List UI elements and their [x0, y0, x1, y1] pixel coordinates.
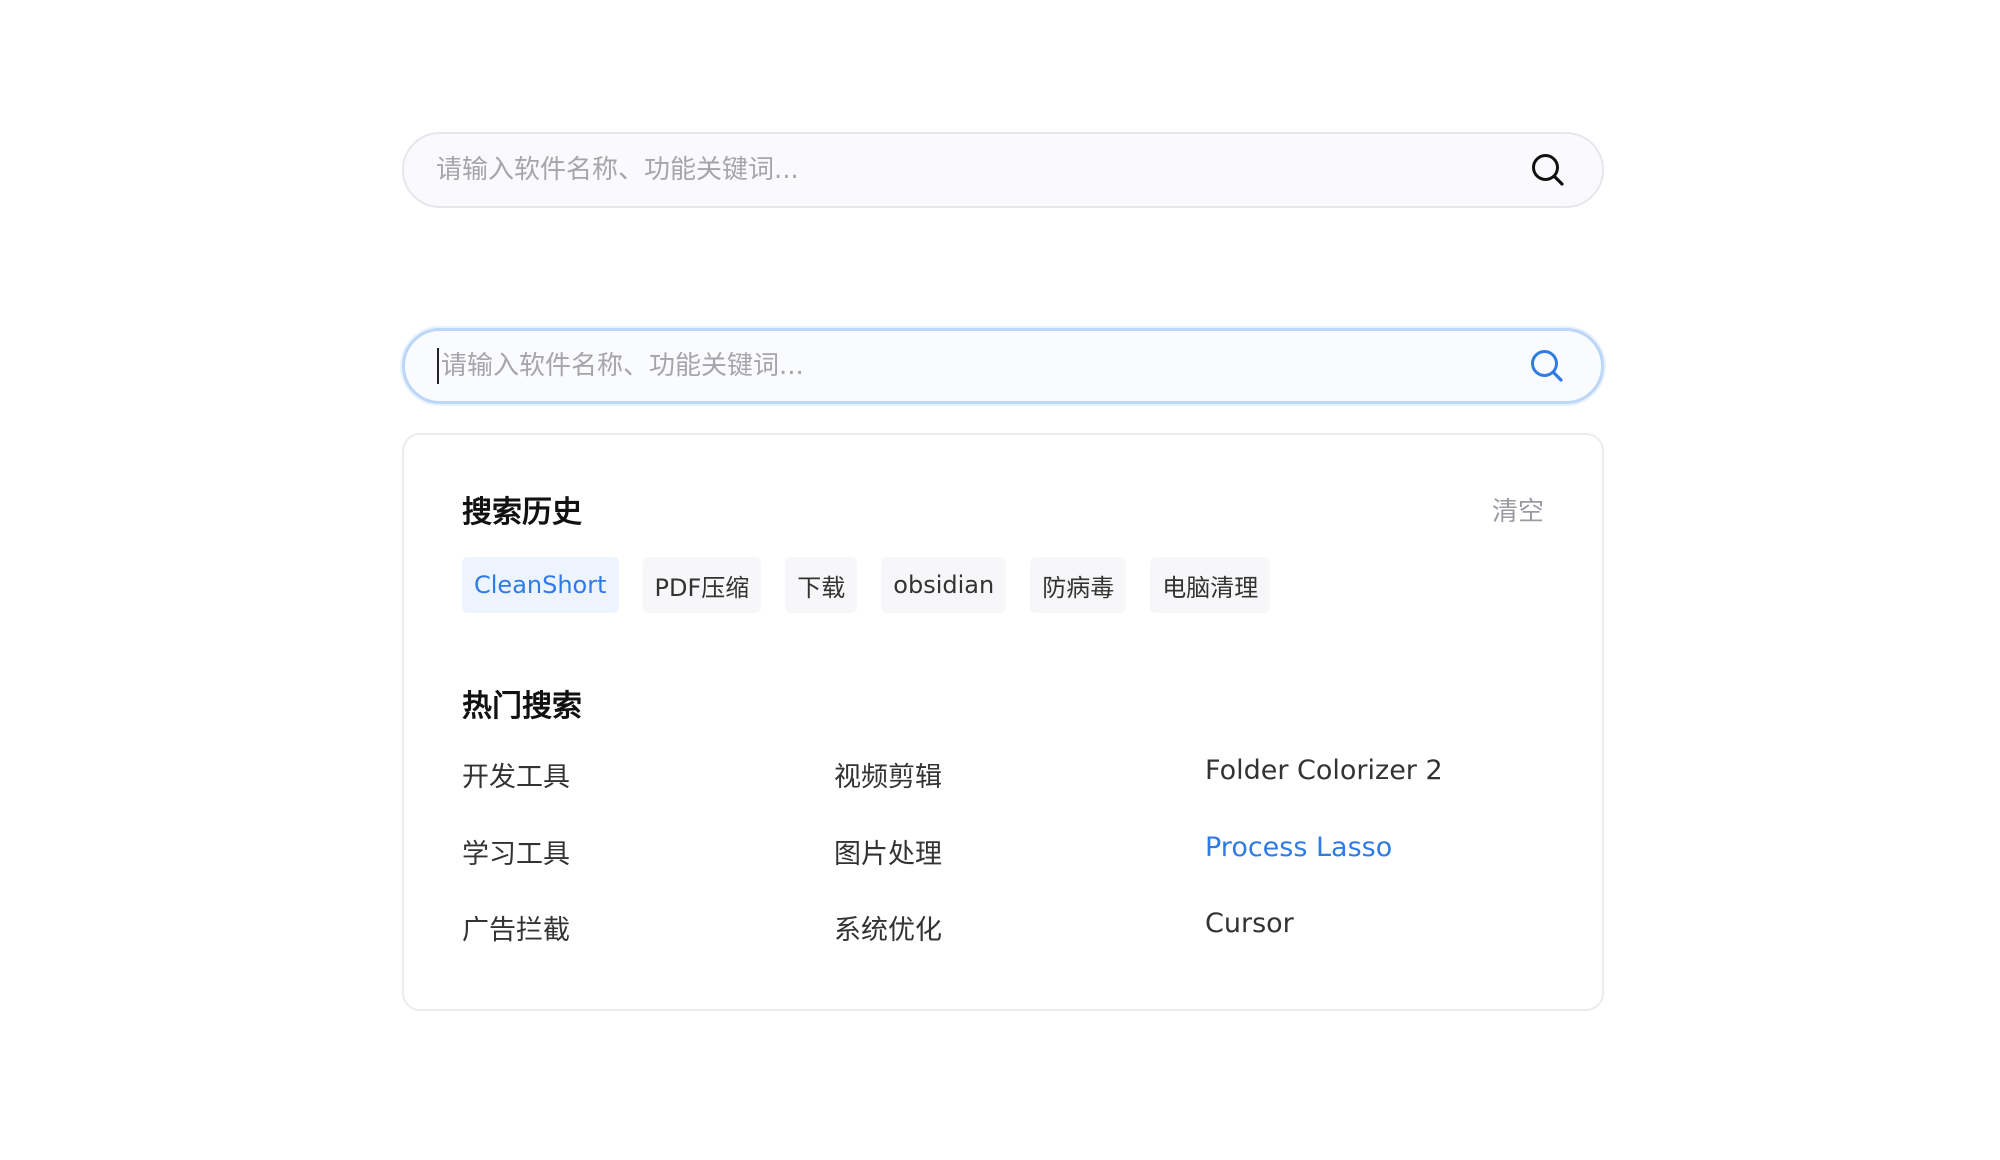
history-chip[interactable]: CleanShort [462, 557, 619, 613]
history-chip[interactable]: obsidian [881, 557, 1007, 613]
hot-search-item[interactable]: 图片处理 [834, 832, 942, 871]
search-suggestion-panel: 搜索历史 清空 CleanShort PDF压缩 下载 obsidian 防病毒… [402, 433, 1604, 1011]
hot-search-item[interactable]: 视频剪辑 [834, 755, 942, 794]
search-box-default[interactable] [402, 132, 1604, 208]
hot-search-item[interactable]: 学习工具 [462, 832, 570, 871]
hot-search-item[interactable]: 开发工具 [462, 755, 570, 794]
history-chip[interactable]: 电脑清理 [1150, 557, 1271, 613]
hot-search-item[interactable]: Cursor [1205, 908, 1294, 939]
hot-title: 热门搜索 [462, 689, 582, 724]
hot-search-item[interactable]: 系统优化 [834, 908, 942, 947]
hot-search-item[interactable]: Process Lasso [1205, 832, 1392, 863]
search-input-default[interactable] [436, 140, 1526, 200]
page: 搜索历史 清空 CleanShort PDF压缩 下载 obsidian 防病毒… [0, 0, 2000, 1160]
search-input-focused[interactable] [441, 336, 1525, 396]
clear-history-button[interactable]: 清空 [1492, 491, 1544, 528]
search-icon[interactable] [1526, 148, 1570, 192]
search-box-focused[interactable] [402, 328, 1604, 404]
history-header: 搜索历史 清空 [462, 487, 1544, 531]
history-chip[interactable]: 下载 [785, 557, 858, 613]
history-title: 搜索历史 [462, 495, 582, 530]
hot-search-item[interactable]: 广告拦截 [462, 908, 570, 947]
history-chip-list: CleanShort PDF压缩 下载 obsidian 防病毒 电脑清理 [462, 557, 1271, 613]
hot-header: 热门搜索 [462, 681, 1544, 725]
history-chip[interactable]: PDF压缩 [642, 557, 762, 613]
search-icon[interactable] [1525, 344, 1569, 388]
text-caret [437, 348, 439, 384]
hot-search-item[interactable]: Folder Colorizer 2 [1205, 755, 1443, 786]
history-chip[interactable]: 防病毒 [1030, 557, 1127, 613]
